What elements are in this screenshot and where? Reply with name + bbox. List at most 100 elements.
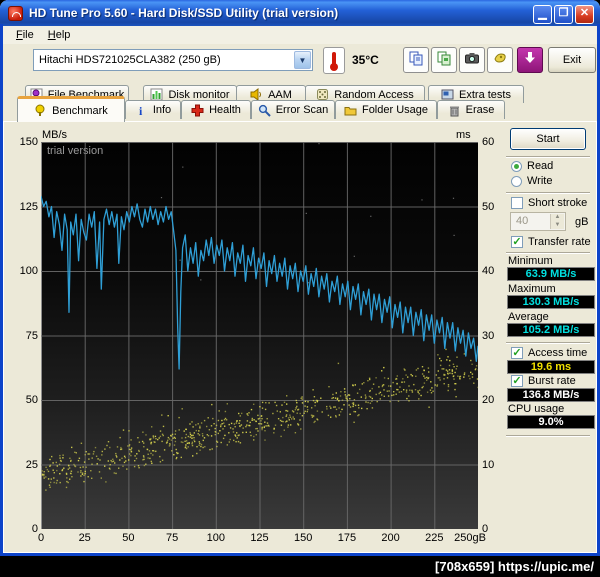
checkbox-checked-icon: ✓ (511, 375, 523, 387)
axis-tick-label: 200 (381, 532, 400, 544)
benchmark-controls: Start Read Write Short stroke 40 ▲▼ gB (498, 122, 598, 552)
tab-health[interactable]: Health (181, 100, 251, 119)
spinner-arrows-icon[interactable]: ▲ ▼ (550, 214, 564, 229)
axis-tick-label: 100 (206, 532, 225, 544)
download-icon (522, 50, 538, 71)
transfer-rate-checkbox[interactable]: ✓ Transfer rate (511, 236, 591, 248)
burst-rate-label: Burst rate (528, 375, 576, 387)
menu-file[interactable]: File (9, 28, 41, 42)
short-stroke-unit: gB (575, 216, 589, 228)
menu-bar: File Help (3, 26, 597, 44)
copy-text-icon (408, 50, 424, 71)
checkbox-checked-icon: ✓ (511, 236, 523, 248)
axis-tick-label: 250gB (454, 532, 486, 544)
axis-tick-label: 150 (294, 532, 313, 544)
left-axis-unit: MB/s (42, 129, 68, 141)
title-bar[interactable]: HD Tune Pro 5.60 - Hard Disk/SSD Utility… (0, 0, 600, 26)
benchmark-panel: MB/s ms trial version 150 125 100 75 50 25 0 60… (3, 121, 597, 553)
minimize-button[interactable]: ▁ (533, 5, 552, 24)
axis-tick-label: 0 (37, 532, 45, 544)
axis-tick-label: 50 (25, 394, 38, 406)
watermark-bar: [708x659] https://upic.me/ (0, 556, 600, 577)
axis-tick-label: 175 (337, 532, 357, 544)
read-radio[interactable]: Read (511, 160, 553, 172)
tab-strip: File Benchmark Disk monitor AAM Random Acce… (3, 82, 597, 122)
access-time-checkbox[interactable]: ✓ Access time (511, 347, 587, 359)
toolbar: Hitachi HDS721025CLA382 (250 gB) ▼ 35°C … (3, 44, 597, 82)
health-icon (191, 104, 204, 117)
short-stroke-checkbox[interactable]: Short stroke (511, 197, 587, 209)
short-stroke-value: 40 (516, 215, 529, 227)
separator (506, 342, 590, 344)
close-button[interactable]: ✕ (575, 5, 594, 24)
maximum-value: 130.3 MB/s (507, 295, 595, 309)
exit-button[interactable]: Exit (548, 47, 596, 73)
tab-label: Benchmark (52, 104, 108, 117)
watermark-text: [708x659] https://upic.me/ (435, 559, 594, 574)
axis-tick-label: 150 (19, 136, 38, 148)
exit-label: Exit (562, 54, 582, 66)
axis-tick-label: 75 (25, 329, 38, 342)
radio-selected-icon (511, 160, 522, 172)
erase-icon (448, 104, 461, 117)
tab-label: Health (209, 104, 241, 116)
app-window: HD Tune Pro 5.60 - Hard Disk/SSD Utility… (0, 0, 600, 556)
tab-label: Extra tests (459, 88, 511, 101)
tab-folder-usage[interactable]: Folder Usage (335, 100, 437, 119)
checkbox-unchecked-icon (511, 197, 523, 209)
average-label: Average (508, 311, 549, 323)
axis-tick-label: 125 (250, 532, 269, 544)
save-icon (492, 50, 508, 71)
folder-usage-icon (344, 104, 357, 117)
chart-canvas (41, 142, 478, 529)
minimize-icon: ▁ (538, 8, 547, 20)
maximize-icon: ❐ (558, 7, 569, 19)
camera-icon (464, 50, 480, 71)
axis-tick-label: 75 (165, 532, 179, 544)
temperature-button[interactable] (323, 47, 345, 74)
save-button[interactable] (487, 47, 513, 73)
minimum-label: Minimum (508, 255, 553, 267)
benchmark-icon (34, 104, 47, 117)
tab-info[interactable]: i Info (125, 100, 181, 119)
download-button[interactable] (517, 47, 543, 73)
error-scan-icon (258, 104, 271, 117)
thermometer-icon (330, 52, 338, 71)
drive-select-dropdown[interactable]: Hitachi HDS721025CLA382 (250 gB) ▼ (33, 49, 313, 71)
drive-select-value: Hitachi HDS721025CLA382 (250 gB) (39, 54, 221, 66)
short-stroke-label: Short stroke (528, 197, 588, 209)
chart-plot-area: trial version (41, 142, 478, 529)
tab-error-scan[interactable]: Error Scan (251, 100, 335, 119)
tab-benchmark[interactable]: Benchmark (17, 96, 125, 122)
read-label: Read (527, 160, 554, 172)
maximize-button[interactable]: ❐ (554, 5, 573, 24)
write-radio[interactable]: Write (511, 175, 552, 187)
average-value: 105.2 MB/s (507, 323, 595, 337)
tab-erase[interactable]: Erase (437, 100, 505, 119)
burst-rate-value: 136.8 MB/s (507, 388, 595, 402)
tab-label: Info (152, 104, 172, 116)
tab-label: AAM (268, 88, 292, 101)
tab-label: Erase (465, 104, 495, 116)
chevron-down-icon[interactable]: ▼ (294, 51, 311, 69)
separator (506, 435, 590, 437)
menu-help[interactable]: Help (41, 28, 78, 42)
svg-text:i: i (139, 104, 143, 117)
start-button[interactable]: Start (510, 128, 586, 150)
copy-text-button[interactable] (403, 47, 429, 73)
app-icon (8, 5, 23, 21)
window-title: HD Tune Pro 5.60 - Hard Disk/SSD Utility… (29, 6, 339, 20)
copy-image-button[interactable] (431, 47, 457, 73)
axis-tick-label: 100 (19, 265, 38, 277)
axis-tick-label: 125 (19, 200, 38, 213)
temperature-value: 35°C (352, 53, 379, 67)
tab-label: Folder Usage (361, 104, 429, 116)
axis-tick-label: 25 (78, 532, 91, 544)
access-time-value: 19.6 ms (507, 360, 595, 374)
right-axis-unit: ms (456, 129, 471, 141)
separator (506, 156, 590, 158)
screenshot-button[interactable] (459, 47, 485, 73)
separator (506, 252, 590, 254)
short-stroke-size-spinner[interactable]: 40 ▲ ▼ (510, 212, 566, 231)
burst-rate-checkbox[interactable]: ✓ Burst rate (511, 375, 576, 387)
